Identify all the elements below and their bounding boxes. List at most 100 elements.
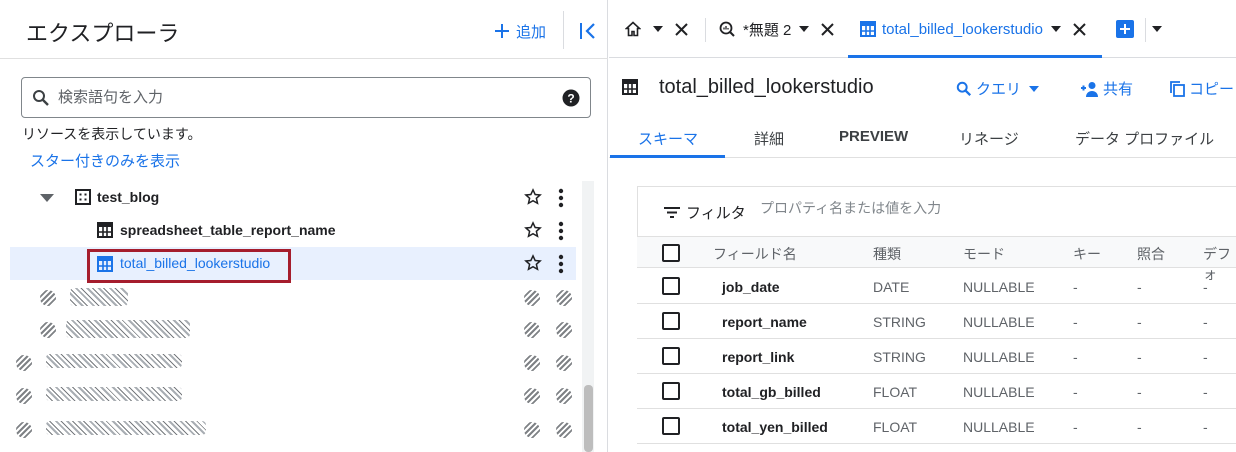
obscured-label bbox=[66, 320, 190, 338]
field-mode: NULLABLE bbox=[963, 279, 1035, 295]
query-button[interactable]: クエリ bbox=[956, 78, 1040, 99]
obscured-icon bbox=[16, 388, 32, 404]
field-type: FLOAT bbox=[873, 384, 918, 400]
field-default: - bbox=[1203, 349, 1208, 365]
field-default: - bbox=[1203, 314, 1208, 330]
dataset-icon bbox=[75, 189, 91, 205]
caret-down-icon[interactable] bbox=[40, 194, 54, 202]
obscured-icon bbox=[524, 388, 540, 404]
tree-item-dataset[interactable]: test_blog bbox=[10, 181, 576, 214]
obscured-icon bbox=[556, 422, 572, 438]
obscured-icon bbox=[556, 388, 572, 404]
tab-data-profile[interactable]: データ プロファイル bbox=[1075, 128, 1214, 149]
page-title: total_billed_lookerstudio bbox=[659, 76, 874, 98]
row-checkbox[interactable] bbox=[662, 312, 680, 330]
tab-label: *無題 2 bbox=[743, 21, 792, 39]
resources-status: リソースを表示しています。 bbox=[22, 126, 202, 142]
help-icon[interactable]: ? bbox=[562, 89, 580, 107]
home-icon bbox=[625, 21, 641, 37]
starred-only-link[interactable]: スター付きのみを表示 bbox=[30, 150, 180, 171]
tab-lineage[interactable]: リネージ bbox=[959, 128, 1019, 149]
field-key: - bbox=[1073, 419, 1078, 435]
obscured-label bbox=[46, 387, 182, 401]
field-type: DATE bbox=[873, 279, 910, 295]
obscured-icon bbox=[16, 422, 32, 438]
table-row[interactable]: total_gb_billed FLOAT NULLABLE - - - bbox=[637, 374, 1236, 409]
tab-table[interactable]: total_billed_lookerstudio bbox=[860, 15, 1086, 43]
column-header[interactable]: モード bbox=[963, 244, 1005, 264]
collapse-left-icon bbox=[580, 23, 595, 39]
divider bbox=[0, 58, 608, 59]
field-key: - bbox=[1073, 349, 1078, 365]
column-header[interactable]: 種類 bbox=[873, 244, 901, 264]
dropdown-arrow-icon bbox=[1152, 26, 1162, 32]
new-tab-button[interactable] bbox=[1116, 15, 1134, 43]
star-icon[interactable] bbox=[524, 188, 542, 206]
filter-label: フィルタ bbox=[686, 205, 746, 222]
obscured-icon bbox=[524, 422, 540, 438]
dropdown-arrow-icon bbox=[1029, 85, 1040, 92]
obscured-label bbox=[46, 354, 182, 368]
field-default: - bbox=[1203, 419, 1208, 435]
close-icon[interactable] bbox=[821, 22, 835, 36]
active-subtab-indicator bbox=[610, 155, 725, 158]
star-icon[interactable] bbox=[524, 254, 542, 272]
tab-details[interactable]: 詳細 bbox=[754, 128, 784, 149]
query-icon bbox=[719, 21, 735, 37]
dropdown-arrow-icon[interactable] bbox=[653, 26, 663, 32]
search-box[interactable]: ? bbox=[21, 77, 591, 118]
search-input[interactable] bbox=[58, 89, 562, 106]
tree-item-table[interactable]: spreadsheet_table_report_name bbox=[10, 214, 576, 247]
field-collation: - bbox=[1137, 279, 1142, 295]
tab-preview[interactable]: PREVIEW bbox=[839, 128, 908, 145]
field-key: - bbox=[1073, 384, 1078, 400]
row-checkbox[interactable] bbox=[662, 417, 680, 435]
more-vert-icon[interactable] bbox=[558, 188, 564, 208]
add-button[interactable]: 追加 bbox=[494, 18, 546, 44]
more-vert-icon[interactable] bbox=[558, 254, 564, 274]
row-checkbox[interactable] bbox=[662, 277, 680, 295]
field-name: report_name bbox=[722, 314, 807, 330]
search-icon bbox=[956, 81, 972, 96]
field-key: - bbox=[1073, 314, 1078, 330]
column-header[interactable]: フィールド名 bbox=[713, 244, 797, 264]
table-row[interactable]: total_yen_billed FLOAT NULLABLE - - - bbox=[637, 409, 1236, 444]
table-icon bbox=[860, 21, 876, 37]
collapse-panel-button[interactable] bbox=[575, 18, 601, 44]
scrollbar-thumb[interactable] bbox=[584, 385, 593, 452]
query-button-label: クエリ bbox=[976, 81, 1022, 98]
tab-menu-button[interactable] bbox=[1152, 15, 1162, 43]
filter-input[interactable] bbox=[760, 200, 1060, 216]
divider bbox=[563, 11, 564, 49]
tab-query[interactable]: *無題 2 bbox=[719, 15, 835, 43]
tab-schema[interactable]: スキーマ bbox=[638, 128, 698, 149]
dropdown-arrow-icon[interactable] bbox=[1050, 26, 1061, 32]
table-row[interactable]: job_date DATE NULLABLE - - - bbox=[637, 269, 1236, 304]
field-mode: NULLABLE bbox=[963, 384, 1035, 400]
copy-button[interactable]: コピー bbox=[1170, 78, 1234, 99]
obscured-icon bbox=[40, 322, 56, 338]
tab-label: total_billed_lookerstudio bbox=[882, 20, 1043, 38]
row-checkbox[interactable] bbox=[662, 382, 680, 400]
row-checkbox[interactable] bbox=[662, 347, 680, 365]
field-mode: NULLABLE bbox=[963, 349, 1035, 365]
tab-home[interactable] bbox=[625, 15, 688, 43]
tab-separator bbox=[1145, 18, 1146, 42]
add-box-icon bbox=[1116, 20, 1134, 38]
star-icon[interactable] bbox=[524, 221, 542, 239]
field-mode: NULLABLE bbox=[963, 419, 1035, 435]
tab-separator bbox=[705, 18, 706, 42]
table-row[interactable]: report_name STRING NULLABLE - - - bbox=[637, 304, 1236, 339]
select-all-checkbox[interactable] bbox=[662, 244, 680, 262]
field-type: STRING bbox=[873, 349, 926, 365]
dropdown-arrow-icon[interactable] bbox=[799, 26, 810, 32]
table-row[interactable]: report_link STRING NULLABLE - - - bbox=[637, 339, 1236, 374]
tree-item-label: test_blog bbox=[97, 189, 160, 205]
share-button[interactable]: 共有 bbox=[1079, 78, 1133, 99]
column-header[interactable]: 照合 bbox=[1137, 244, 1165, 264]
column-header[interactable]: キー bbox=[1073, 244, 1101, 264]
person-add-icon bbox=[1081, 81, 1098, 97]
close-icon[interactable] bbox=[1073, 22, 1086, 36]
more-vert-icon[interactable] bbox=[558, 221, 564, 241]
close-icon[interactable] bbox=[675, 22, 688, 36]
